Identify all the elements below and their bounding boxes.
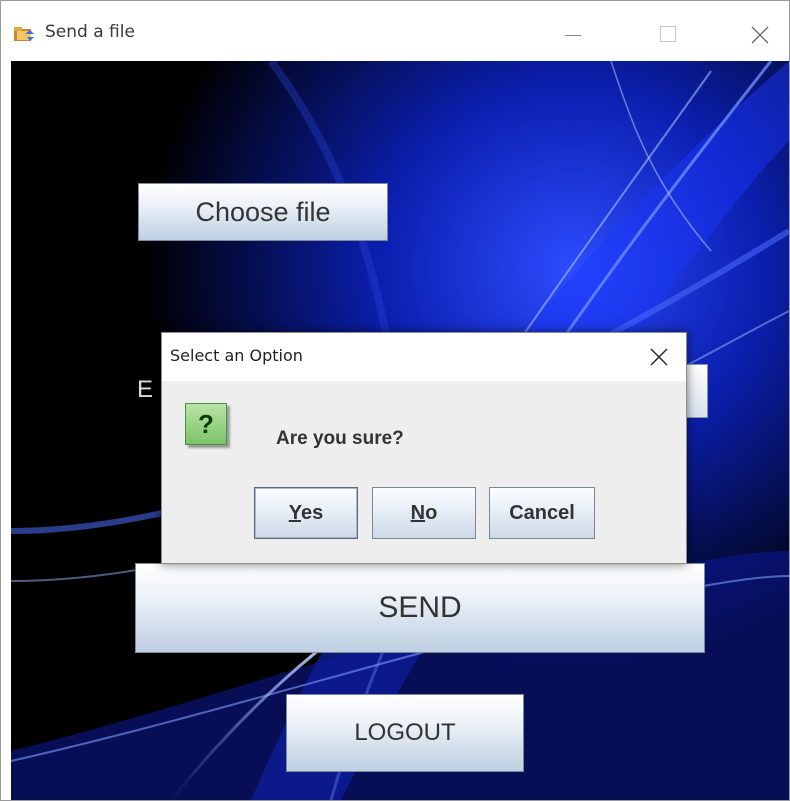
dialog-message: Are you sure? (276, 428, 404, 449)
no-label-rest: o (425, 502, 438, 524)
confirm-dialog: Select an Option ? Are you sure? Yes No … (161, 332, 687, 564)
close-icon[interactable] (736, 15, 782, 53)
question-icon: ? (185, 403, 235, 449)
maximize-icon[interactable] (644, 15, 690, 53)
logout-button[interactable]: LOGOUT (286, 694, 524, 772)
app-window: Send a file Choose file E SEND LOGOUT Se… (0, 0, 790, 801)
email-label: E (137, 376, 154, 403)
send-button[interactable]: SEND (135, 563, 705, 653)
window-title: Send a file (45, 22, 135, 42)
yes-button[interactable]: Yes (254, 487, 358, 539)
dialog-close-icon[interactable] (640, 341, 678, 373)
cancel-button[interactable]: Cancel (489, 487, 595, 539)
dialog-title: Select an Option (170, 346, 303, 365)
no-button[interactable]: No (372, 487, 476, 539)
dialog-titlebar[interactable]: Select an Option (162, 333, 686, 381)
yes-label-rest: es (301, 502, 324, 524)
minimize-icon[interactable] (549, 15, 595, 53)
choose-file-button[interactable]: Choose file (138, 183, 388, 241)
window-titlebar[interactable]: Send a file (1, 1, 789, 57)
yes-mnemonic: Y (288, 502, 301, 524)
no-mnemonic: N (410, 502, 426, 524)
app-icon (13, 26, 35, 42)
